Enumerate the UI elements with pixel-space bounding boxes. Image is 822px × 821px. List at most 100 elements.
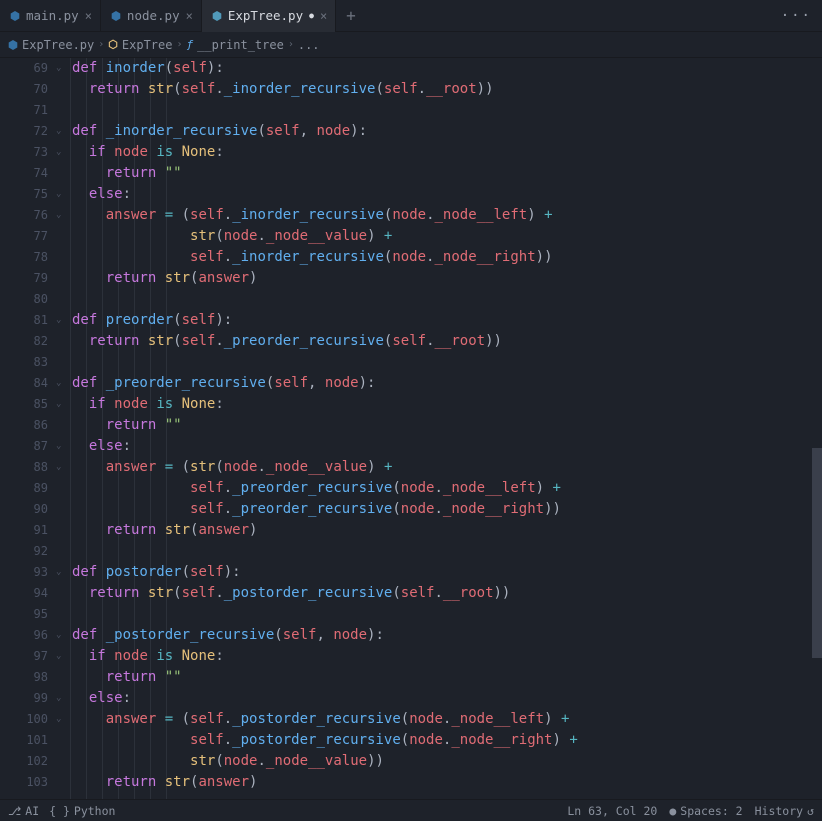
code-line[interactable]: def _preorder_recursive(self, node): xyxy=(70,373,822,394)
fold-indicator-icon[interactable]: ⌄ xyxy=(56,709,70,730)
fold-indicator-icon[interactable] xyxy=(56,226,70,247)
close-icon[interactable]: × xyxy=(320,9,327,23)
fold-indicator-icon[interactable] xyxy=(56,541,70,562)
function-icon: ƒ xyxy=(187,38,194,51)
breadcrumb-class[interactable]: ExpTree xyxy=(122,38,173,52)
fold-indicator-icon[interactable] xyxy=(56,478,70,499)
fold-indicator-icon[interactable] xyxy=(56,772,70,793)
fold-indicator-icon[interactable] xyxy=(56,751,70,772)
code-line[interactable]: return str(self._preorder_recursive(self… xyxy=(70,331,822,352)
code-line[interactable]: else: xyxy=(70,688,822,709)
code-area[interactable]: def inorder(self): return str(self._inor… xyxy=(70,58,822,799)
code-line[interactable] xyxy=(70,352,822,373)
status-ai[interactable]: ⎇ AI xyxy=(8,804,39,818)
fold-indicator-icon[interactable]: ⌄ xyxy=(56,562,70,583)
fold-indicator-icon[interactable]: ⌄ xyxy=(56,688,70,709)
fold-indicator-icon[interactable]: ⌄ xyxy=(56,394,70,415)
code-line[interactable]: str(node._node__value) + xyxy=(70,226,822,247)
fold-indicator-icon[interactable]: ⌄ xyxy=(56,310,70,331)
tab-main-py[interactable]: main.py × xyxy=(0,0,101,32)
fold-indicator-icon[interactable] xyxy=(56,163,70,184)
fold-indicator-icon[interactable]: ⌄ xyxy=(56,436,70,457)
fold-indicator-icon[interactable]: ⌄ xyxy=(56,121,70,142)
line-number: 89 xyxy=(0,478,48,499)
code-line[interactable] xyxy=(70,541,822,562)
code-line[interactable]: else: xyxy=(70,436,822,457)
code-line[interactable]: if node is None: xyxy=(70,646,822,667)
fold-indicator-icon[interactable] xyxy=(56,583,70,604)
code-line[interactable] xyxy=(70,100,822,121)
code-line[interactable]: def preorder(self): xyxy=(70,310,822,331)
code-line[interactable]: return "" xyxy=(70,415,822,436)
code-line[interactable]: return str(answer) xyxy=(70,772,822,793)
line-number: 86 xyxy=(0,415,48,436)
code-line[interactable]: def _inorder_recursive(self, node): xyxy=(70,121,822,142)
line-number: 81 xyxy=(0,310,48,331)
fold-indicator-icon[interactable] xyxy=(56,730,70,751)
code-line[interactable]: answer = (self._inorder_recursive(node._… xyxy=(70,205,822,226)
code-line[interactable]: return str(self._inorder_recursive(self.… xyxy=(70,79,822,100)
line-number: 77 xyxy=(0,226,48,247)
breadcrumb-file[interactable]: ExpTree.py xyxy=(22,38,94,52)
code-line[interactable]: def inorder(self): xyxy=(70,58,822,79)
fold-indicator-icon[interactable]: ⌄ xyxy=(56,205,70,226)
status-indent[interactable]: ● Spaces: 2 xyxy=(669,804,742,818)
fold-indicator-icon[interactable] xyxy=(56,352,70,373)
fold-indicator-icon[interactable]: ⌄ xyxy=(56,625,70,646)
line-number: 71 xyxy=(0,100,48,121)
braces-icon: { } xyxy=(49,804,70,818)
status-language[interactable]: { } Python xyxy=(49,804,115,818)
code-line[interactable]: def postorder(self): xyxy=(70,562,822,583)
fold-indicator-icon[interactable] xyxy=(56,604,70,625)
fold-indicator-icon[interactable] xyxy=(56,667,70,688)
code-line[interactable] xyxy=(70,289,822,310)
line-number: 76 xyxy=(0,205,48,226)
fold-indicator-icon[interactable]: ⌄ xyxy=(56,457,70,478)
code-line[interactable]: self._inorder_recursive(node._node__righ… xyxy=(70,247,822,268)
close-icon[interactable]: × xyxy=(85,9,92,23)
fold-indicator-icon[interactable] xyxy=(56,520,70,541)
tab-exptree-py[interactable]: ExpTree.py ● × xyxy=(202,0,336,32)
code-line[interactable]: if node is None: xyxy=(70,394,822,415)
code-line[interactable]: self._preorder_recursive(node._node__rig… xyxy=(70,499,822,520)
line-number: 88 xyxy=(0,457,48,478)
line-number: 80 xyxy=(0,289,48,310)
fold-indicator-icon[interactable] xyxy=(56,415,70,436)
status-cursor-position[interactable]: Ln 63, Col 20 xyxy=(567,804,657,818)
code-line[interactable]: self._preorder_recursive(node._node__lef… xyxy=(70,478,822,499)
code-line[interactable]: self._postorder_recursive(node._node__ri… xyxy=(70,730,822,751)
code-line[interactable] xyxy=(70,604,822,625)
code-line[interactable]: answer = (str(node._node__value) + xyxy=(70,457,822,478)
code-line[interactable]: answer = (self._postorder_recursive(node… xyxy=(70,709,822,730)
breadcrumb-more[interactable]: ... xyxy=(298,38,320,52)
code-line[interactable]: else: xyxy=(70,184,822,205)
code-line[interactable]: return "" xyxy=(70,163,822,184)
status-history[interactable]: History ↺ xyxy=(755,804,814,818)
fold-indicator-icon[interactable] xyxy=(56,268,70,289)
fold-indicator-icon[interactable]: ⌄ xyxy=(56,58,70,79)
tab-node-py[interactable]: node.py × xyxy=(101,0,202,32)
code-line[interactable]: def _postorder_recursive(self, node): xyxy=(70,625,822,646)
code-line[interactable]: return "" xyxy=(70,667,822,688)
code-line[interactable]: return str(answer) xyxy=(70,520,822,541)
fold-indicator-icon[interactable] xyxy=(56,289,70,310)
code-line[interactable]: if node is None: xyxy=(70,142,822,163)
new-tab-button[interactable]: + xyxy=(336,6,366,25)
close-icon[interactable]: × xyxy=(186,9,193,23)
tab-overflow-icon[interactable]: ··· xyxy=(771,8,822,24)
fold-indicator-icon[interactable]: ⌄ xyxy=(56,373,70,394)
fold-indicator-icon[interactable] xyxy=(56,100,70,121)
fold-indicator-icon[interactable]: ⌄ xyxy=(56,184,70,205)
fold-indicator-icon[interactable] xyxy=(56,79,70,100)
fold-indicator-icon[interactable] xyxy=(56,331,70,352)
scrollbar-thumb[interactable] xyxy=(812,448,822,658)
code-line[interactable]: return str(self._postorder_recursive(sel… xyxy=(70,583,822,604)
code-line[interactable]: str(node._node__value)) xyxy=(70,751,822,772)
editor[interactable]: 6970717273747576777879808182838485868788… xyxy=(0,58,822,799)
code-line[interactable]: return str(answer) xyxy=(70,268,822,289)
fold-indicator-icon[interactable]: ⌄ xyxy=(56,142,70,163)
fold-indicator-icon[interactable]: ⌄ xyxy=(56,646,70,667)
fold-indicator-icon[interactable] xyxy=(56,247,70,268)
breadcrumb-func[interactable]: __print_tree xyxy=(197,38,284,52)
fold-indicator-icon[interactable] xyxy=(56,499,70,520)
